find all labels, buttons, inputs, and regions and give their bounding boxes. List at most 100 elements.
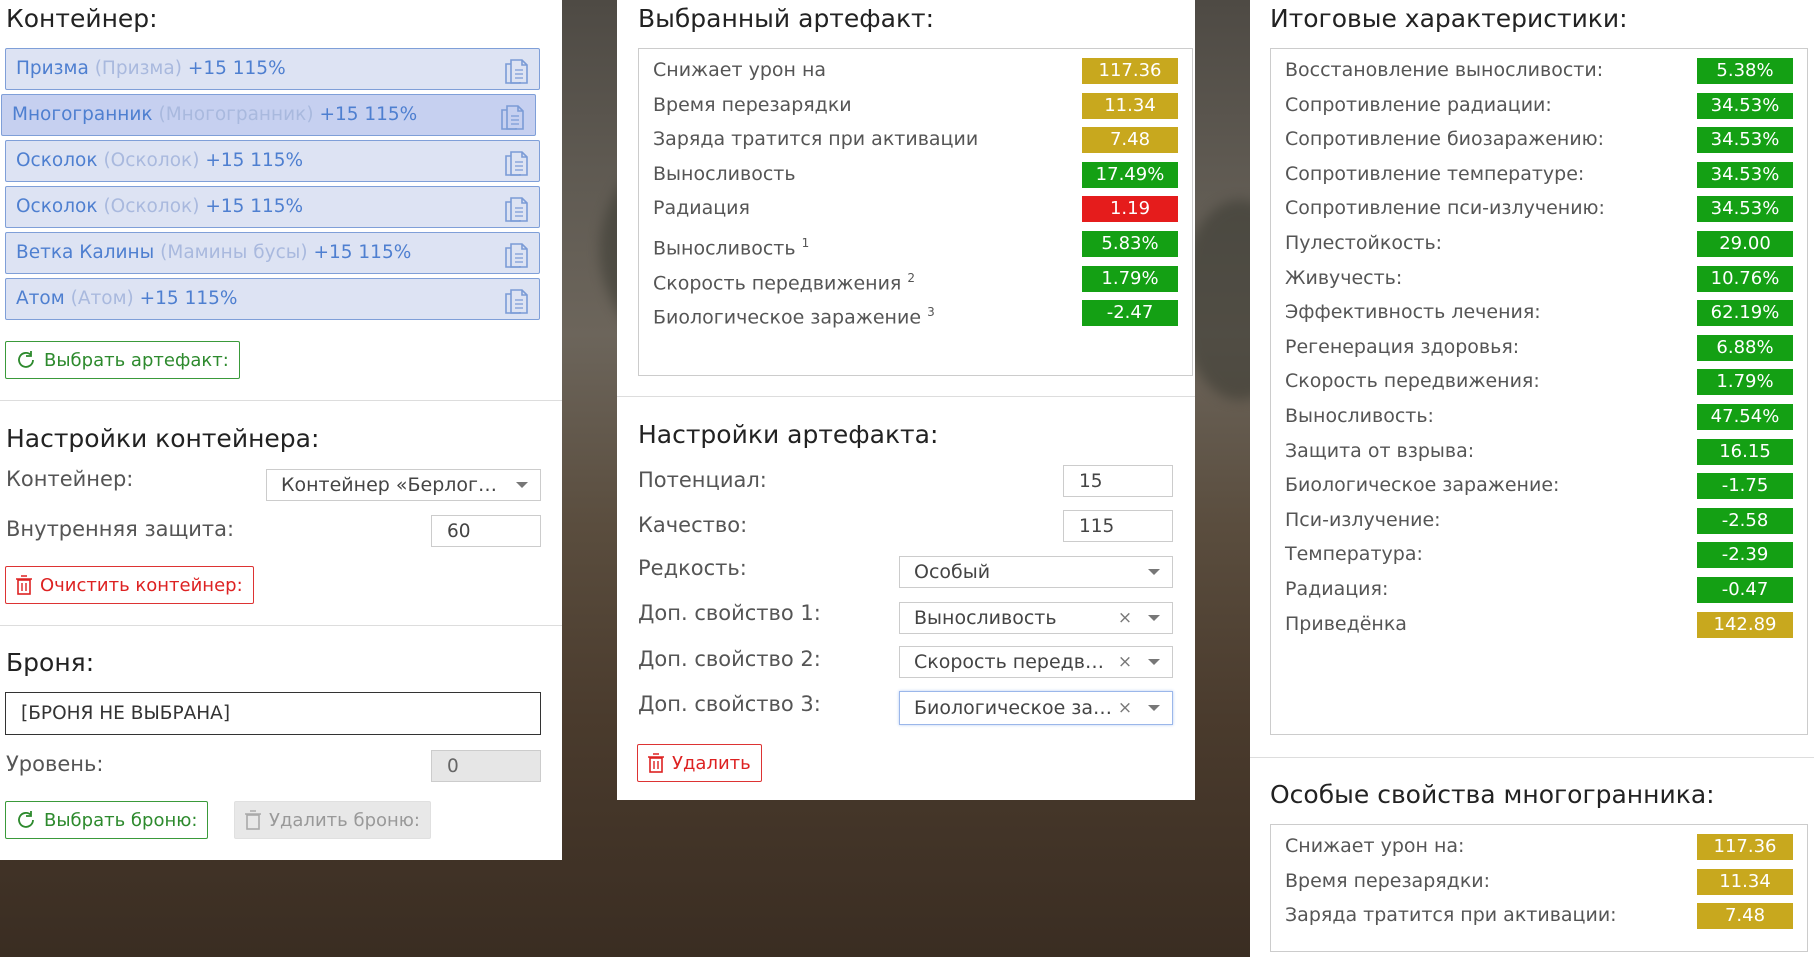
rarity-select[interactable]: Особый: [899, 556, 1173, 588]
container-item-name: Многогранник: [12, 104, 153, 125]
container-select[interactable]: Контейнер «Берлога...: [266, 469, 541, 501]
armor-level-input[interactable]: 0: [431, 750, 541, 782]
protection-input[interactable]: 60: [431, 515, 541, 547]
totals-panel: Итоговые характеристики: Восстановление …: [1250, 0, 1814, 957]
copy-icon[interactable]: [503, 55, 529, 85]
container-item[interactable]: Многогранник (Многогранник) +15 115%: [1, 94, 536, 136]
stat-value: 11.34: [1697, 868, 1793, 895]
stat-value: 5.83%: [1082, 231, 1178, 257]
stat-value: -2.58: [1697, 507, 1793, 534]
container-item-name: Осколок: [16, 196, 98, 217]
container-item-alt: (Атом): [70, 288, 134, 309]
container-panel: Контейнер: Призма (Призма) +15 115% Много…: [0, 0, 562, 860]
container-item-name: Призма: [16, 58, 89, 79]
totals-title: Итоговые характеристики:: [1270, 4, 1628, 33]
copy-icon[interactable]: [499, 101, 525, 131]
stat-value: 34.53%: [1697, 196, 1793, 223]
stat-row: Приведёнка 142.89: [1271, 604, 1807, 644]
select-armor-button[interactable]: Выбрать броню:: [5, 801, 209, 839]
container-item[interactable]: Призма (Призма) +15 115%: [5, 48, 540, 90]
select-artifact-button[interactable]: Выбрать артефакт:: [5, 341, 240, 379]
container-select-label: Контейнер:: [6, 467, 134, 491]
delete-armor-label: Удалить броню:: [269, 809, 420, 831]
prop3-select-value: Биологическое заражение: [914, 697, 1114, 719]
artifact-settings-title: Настройки артефакта:: [638, 420, 939, 449]
stat-value: 6.88%: [1697, 334, 1793, 361]
stat-value: 1.19: [1082, 196, 1178, 223]
stat-value: 142.89: [1697, 611, 1793, 638]
container-item[interactable]: Осколок (Осколок) +15 115%: [5, 140, 540, 182]
chevron-down-icon: [504, 482, 540, 488]
stat-value: 1.79%: [1697, 369, 1793, 396]
prop3-select[interactable]: Биологическое заражение ×: [899, 691, 1173, 725]
stat-footnote: 3: [927, 305, 935, 320]
trash-icon: [648, 753, 664, 773]
copy-icon[interactable]: [503, 193, 529, 223]
stat-value: -0.47: [1697, 577, 1793, 603]
stat-value: 1.79%: [1082, 265, 1178, 292]
container-item[interactable]: Ветка Калины (Мамины бусы) +15 115%: [5, 232, 540, 274]
container-item-name: Осколок: [16, 150, 98, 171]
container-settings-title: Настройки контейнера:: [6, 424, 320, 453]
stat-row: Биологическое заражение 3 -2.47: [639, 292, 1192, 332]
stat-row: Заряда тратится при активации: 7.48: [1271, 895, 1807, 935]
delete-armor-button[interactable]: Удалить броню:: [234, 801, 431, 839]
clear-icon[interactable]: ×: [1114, 608, 1136, 628]
container-item-name: Ветка Калины: [16, 242, 155, 263]
stat-footnote: 1: [801, 236, 810, 250]
copy-icon[interactable]: [503, 147, 529, 177]
chevron-down-icon: [1136, 659, 1172, 665]
stat-footnote: 2: [907, 270, 916, 285]
prop1-select[interactable]: Выносливость ×: [899, 602, 1173, 634]
container-item[interactable]: Осколок (Осколок) +15 115%: [5, 186, 540, 228]
stat-value: 29.00: [1697, 231, 1793, 257]
container-item-bonus: +15 115%: [205, 150, 304, 171]
armor-title: Броня:: [6, 648, 95, 677]
protection-label: Внутренняя защита:: [6, 517, 235, 541]
stat-value: 34.53%: [1697, 92, 1793, 119]
quality-input[interactable]: 115: [1063, 510, 1173, 542]
totals-stats-box: Восстановление выносливости: 5.38% Сопроти…: [1270, 48, 1808, 735]
stat-value: 7.48: [1082, 127, 1178, 154]
container-item[interactable]: Атом (Атом) +15 115%: [5, 278, 540, 320]
stat-value: -2.47: [1082, 300, 1178, 327]
prop2-select-value: Скорость передвижения: [914, 651, 1114, 673]
clear-icon[interactable]: ×: [1114, 652, 1136, 672]
stat-value: 117.36: [1697, 834, 1793, 860]
armor-field[interactable]: [БРОНЯ НЕ ВЫБРАНА]: [5, 692, 541, 735]
container-item-alt: (Осколок): [103, 196, 200, 217]
special-title: Особые свойства многогранника:: [1270, 780, 1715, 809]
potential-input[interactable]: 15: [1063, 465, 1173, 497]
prop1-label: Доп. свойство 1:: [638, 601, 821, 625]
clear-container-label: Очистить контейнер:: [40, 574, 243, 596]
delete-artifact-label: Удалить: [672, 752, 751, 774]
delete-artifact-button[interactable]: Удалить: [637, 744, 762, 782]
clear-icon[interactable]: ×: [1114, 698, 1136, 718]
stat-value: -1.75: [1697, 473, 1793, 500]
special-stats-box: Снижает урон на: 117.36 Время перезарядки:…: [1270, 824, 1808, 952]
container-item-name: Атом: [16, 288, 65, 309]
rarity-select-value: Особый: [914, 561, 991, 583]
stat-name: Биологическое заражение 3: [653, 305, 935, 329]
copy-icon[interactable]: [503, 239, 529, 269]
prop2-label: Доп. свойство 2:: [638, 647, 821, 671]
copy-icon[interactable]: [503, 285, 529, 315]
prop2-select[interactable]: Скорость передвижения ×: [899, 646, 1173, 678]
divider: [1250, 757, 1814, 758]
clear-container-button[interactable]: Очистить контейнер:: [5, 566, 254, 604]
stat-value: 7.48: [1697, 903, 1793, 930]
stat-value: 17.49%: [1082, 161, 1178, 188]
stat-value: 11.34: [1082, 92, 1178, 119]
container-item-alt: (Осколок): [103, 150, 200, 171]
stat-value: 62.19%: [1697, 300, 1793, 327]
container-item-alt: (Призма): [94, 58, 182, 79]
stat-name: Заряда тратится при активации:: [1285, 904, 1617, 927]
select-armor-label: Выбрать броню:: [44, 809, 198, 831]
container-item-bonus: +15 115%: [313, 242, 412, 263]
artifact-panel: Выбранный артефакт: Снижает урон на 117.3…: [617, 0, 1195, 800]
stat-value: 117.36: [1082, 58, 1178, 84]
container-select-value: Контейнер «Берлога...: [281, 474, 504, 496]
stat-name: Приведёнка: [1285, 612, 1407, 635]
stat-value: -2.39: [1697, 542, 1793, 569]
divider: [0, 625, 562, 626]
